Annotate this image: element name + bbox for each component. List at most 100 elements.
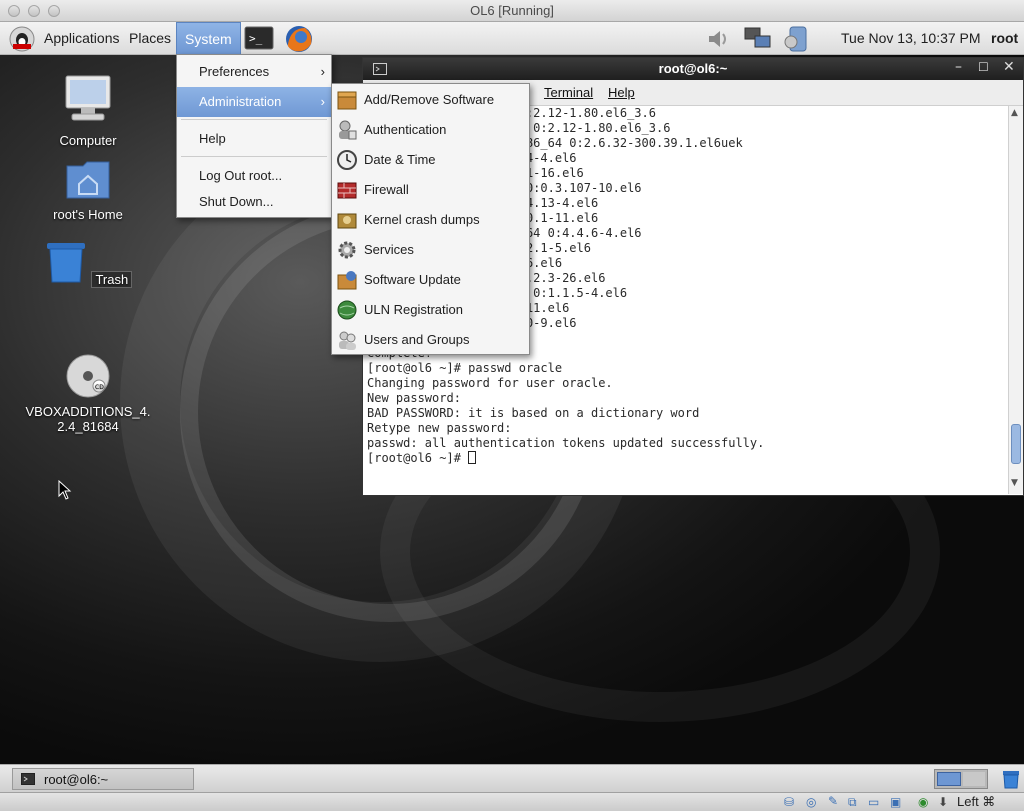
- close-icon[interactable]: ✕: [1003, 59, 1015, 75]
- menu-item-label: Preferences: [199, 64, 270, 79]
- desktop-icon-label: VBOXADDITIONS_4. 2.4_81684: [25, 404, 151, 434]
- desktop-icon-label: root's Home: [53, 207, 123, 222]
- menu-item-services[interactable]: Services: [332, 235, 529, 265]
- system-menu: Preferences › Administration › Help Log …: [176, 54, 332, 218]
- globe-icon: [337, 300, 357, 320]
- menu-item-users-groups[interactable]: Users and Groups: [332, 325, 529, 355]
- terminal-icon: [21, 773, 35, 785]
- menu-separator: [181, 119, 327, 120]
- menu-places[interactable]: Places: [129, 22, 171, 55]
- scroll-down-icon[interactable]: ▼: [1011, 478, 1018, 488]
- network-adapter-icon[interactable]: ⧉: [848, 795, 857, 810]
- workspace-2[interactable]: [963, 772, 985, 786]
- mouse-cursor-icon: [58, 480, 72, 500]
- scrollbar-thumb[interactable]: [1011, 424, 1021, 464]
- desktop-icon-computer[interactable]: Computer: [38, 74, 138, 148]
- menu-item-uln-registration[interactable]: ULN Registration: [332, 295, 529, 325]
- software-update-icon: [337, 271, 357, 290]
- menu-item-label: Authentication: [364, 122, 447, 137]
- menu-applications[interactable]: Applications: [44, 22, 120, 55]
- top-panel: Applications Places System >_ Tue Nov 13…: [0, 22, 1024, 55]
- firefox-launcher-icon[interactable]: [283, 24, 315, 54]
- home-folder-icon: [66, 161, 110, 199]
- host-statusbar: ⛁ ◎ ✎ ⧉ ▭ ▣ ◉ ⬇ Left ⌘: [0, 792, 1024, 811]
- hdd-icon[interactable]: ⛁: [784, 795, 794, 809]
- terminal-titlebar[interactable]: root@ol6:~ – ☐ ✕: [363, 58, 1023, 80]
- optical-drive-icon[interactable]: ◎: [806, 795, 816, 809]
- host-window-title: OL6 [Running]: [470, 3, 554, 18]
- package-icon: [337, 91, 357, 110]
- menu-item-label: ULN Registration: [364, 302, 463, 317]
- terminal-launcher-icon[interactable]: >_: [244, 25, 274, 52]
- shared-folders-icon[interactable]: ▭: [868, 795, 879, 809]
- update-notifier-icon[interactable]: [782, 24, 812, 54]
- menu-item-date-time[interactable]: Date & Time: [332, 145, 529, 175]
- terminal-scrollbar[interactable]: ▲ ▼: [1008, 106, 1023, 494]
- menu-item-label: Users and Groups: [364, 332, 470, 347]
- user-menu[interactable]: root: [991, 22, 1018, 55]
- svg-text:>_: >_: [249, 32, 263, 45]
- users-icon: [339, 331, 356, 350]
- scroll-up-icon[interactable]: ▲: [1011, 108, 1018, 118]
- menu-item-shutdown[interactable]: Shut Down...: [177, 187, 331, 217]
- maximize-icon[interactable]: ☐: [978, 60, 989, 74]
- bottom-panel: root@ol6:~: [0, 764, 1024, 792]
- cd-icon: CD: [66, 354, 110, 398]
- svg-text:CD: CD: [95, 384, 104, 391]
- kernel-dump-icon: [337, 213, 357, 229]
- desktop-icon-label: Trash: [91, 271, 133, 288]
- terminal-line: BAD PASSWORD: it is based on a dictionar…: [367, 406, 700, 420]
- guest-screen: Applications Places System >_ Tue Nov 13…: [0, 22, 1024, 792]
- menu-item-label: Kernel crash dumps: [364, 212, 480, 227]
- desktop-icon-trash[interactable]: Trash: [38, 240, 138, 288]
- desktop-icon-vboxadditions[interactable]: CD VBOXADDITIONS_4. 2.4_81684: [18, 338, 158, 449]
- oracle-logo-icon[interactable]: [8, 25, 36, 53]
- clock-icon: [337, 150, 357, 170]
- virtualization-icon[interactable]: ◉: [918, 795, 928, 809]
- menu-item-label: Firewall: [364, 182, 409, 197]
- workspace-1[interactable]: [937, 772, 961, 786]
- trash-applet-icon[interactable]: [1000, 768, 1022, 790]
- terminal-line: passwd: all authentication tokens update…: [367, 436, 765, 450]
- menu-item-label: Date & Time: [364, 152, 436, 167]
- host-window-titlebar: OL6 [Running]: [0, 0, 1024, 22]
- desktop-icon-label: Computer: [59, 133, 117, 148]
- firewall-icon: [337, 182, 357, 199]
- mouse-integration-icon[interactable]: ⬇: [938, 795, 948, 809]
- menu-item-add-remove-software[interactable]: Add/Remove Software: [332, 85, 529, 115]
- chevron-right-icon: ›: [320, 64, 325, 79]
- minimize-icon[interactable]: –: [955, 59, 962, 75]
- network-icon[interactable]: [744, 26, 772, 52]
- volume-icon[interactable]: [706, 28, 732, 50]
- host-key-label: Left ⌘: [957, 794, 996, 809]
- administration-submenu: Add/Remove Software Authentication Date …: [331, 83, 530, 355]
- workspace-switcher[interactable]: [934, 769, 988, 789]
- menu-item-label: Administration: [199, 94, 282, 109]
- terminal-line: Retype new password:: [367, 421, 512, 435]
- menu-item-kernel-crash-dumps[interactable]: Kernel crash dumps: [332, 205, 529, 235]
- menu-item-help[interactable]: Help: [177, 124, 331, 154]
- terminal-line: Changing password for user oracle.: [367, 376, 613, 390]
- terminal-line: [root@ol6 ~]# passwd oracle: [367, 361, 563, 375]
- clock[interactable]: Tue Nov 13, 10:37 PM: [841, 22, 981, 55]
- computer-icon: [65, 75, 111, 121]
- menu-item-software-update[interactable]: Software Update: [332, 265, 529, 295]
- video-capture-icon[interactable]: ▣: [890, 795, 901, 809]
- menu-item-authentication[interactable]: Authentication: [332, 115, 529, 145]
- taskbar-window-label: root@ol6:~: [44, 772, 109, 787]
- usb-icon[interactable]: ✎: [828, 794, 838, 808]
- menu-system[interactable]: System: [176, 22, 241, 55]
- menu-terminal[interactable]: Terminal: [544, 85, 593, 100]
- menu-item-preferences[interactable]: Preferences ›: [177, 57, 331, 87]
- menu-item-administration[interactable]: Administration ›: [177, 87, 331, 117]
- user-key-icon: [339, 120, 357, 140]
- gear-icon: [338, 241, 356, 259]
- terminal-line: [root@ol6 ~]#: [367, 451, 1008, 466]
- taskbar-window-button[interactable]: root@ol6:~: [12, 768, 194, 790]
- menu-item-firewall[interactable]: Firewall: [332, 175, 529, 205]
- trash-icon: [46, 243, 85, 283]
- desktop-icon-home[interactable]: root's Home: [38, 158, 138, 222]
- menu-help[interactable]: Help: [608, 85, 635, 100]
- menu-item-label: Add/Remove Software: [364, 92, 495, 107]
- menu-item-label: Services: [364, 242, 414, 257]
